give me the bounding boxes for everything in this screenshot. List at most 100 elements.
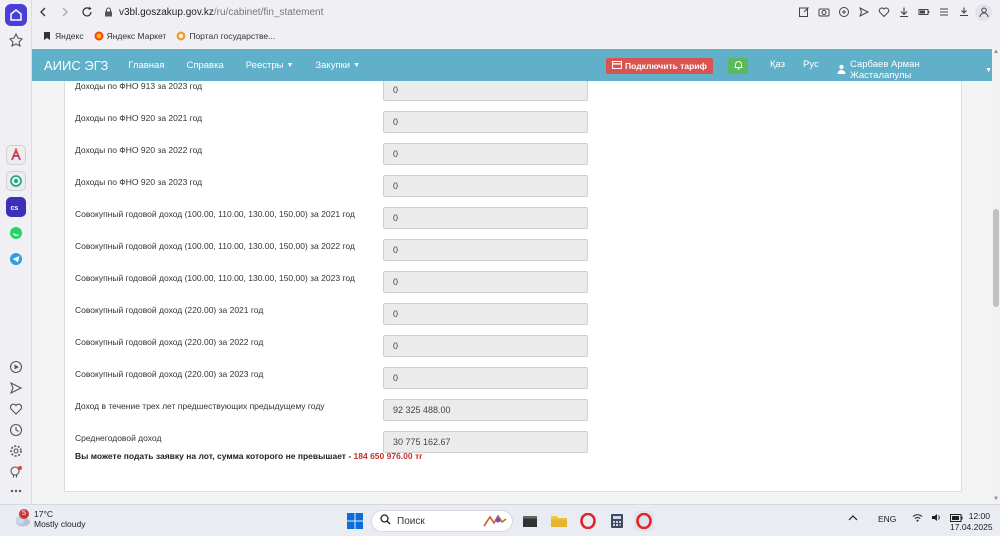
taskbar-app-file-explorer[interactable] <box>549 511 569 531</box>
user-icon <box>837 64 846 77</box>
vpn-icon[interactable] <box>835 4 852 21</box>
scroll-up-icon[interactable]: ▲ <box>992 49 1000 57</box>
language-indicator[interactable]: ENG <box>878 514 896 524</box>
address-bar[interactable]: v3bl.goszakup.gov.kz/ru/cabinet/fin_stat… <box>104 7 323 18</box>
field-input[interactable]: 0 <box>383 335 588 357</box>
caret-down-icon: ▼ <box>353 61 360 69</box>
secure-lock-icon <box>104 7 113 17</box>
download-icon[interactable] <box>895 4 912 21</box>
browser-sidebar: cs <box>0 0 32 504</box>
volume-icon[interactable] <box>931 513 942 524</box>
pinboard-icon[interactable] <box>6 30 26 50</box>
whatsapp-icon[interactable] <box>6 223 26 243</box>
lot-limit-amount: 184 650 976.00 тг <box>353 451 423 461</box>
taskbar-search[interactable]: Поиск <box>371 510 513 532</box>
aria-app-icon[interactable] <box>6 145 26 165</box>
field-input[interactable]: 0 <box>383 207 588 229</box>
cloud-icon: 5 <box>12 509 30 528</box>
field-input[interactable]: 92 325 488.00 <box>383 399 588 421</box>
nav-registries[interactable]: Реестры ▼ <box>246 60 294 71</box>
scrollbar-thumb[interactable] <box>993 209 999 307</box>
field-input[interactable]: 0 <box>383 81 588 101</box>
taskbar-clock[interactable]: 12:00 17.04.2025 <box>950 511 993 533</box>
field-input[interactable]: 0 <box>383 175 588 197</box>
search-icon <box>380 514 391 528</box>
history-icon[interactable] <box>6 420 26 440</box>
download-tray-icon[interactable] <box>955 4 972 21</box>
weather-badge: 5 <box>19 509 29 519</box>
chatgpt-icon[interactable] <box>6 171 26 191</box>
form-row: Доходы по ФНО 920 за 2021 год 0 <box>75 111 955 133</box>
bell-icon <box>734 57 743 75</box>
site-brand[interactable]: АИИС ЭГЗ <box>44 58 108 73</box>
tips-bulb-icon[interactable] <box>6 462 26 482</box>
gov-portal-icon <box>176 31 186 41</box>
back-icon[interactable] <box>32 1 54 23</box>
player-icon[interactable] <box>6 357 26 377</box>
page-scrollbar[interactable]: ▲ ▼ <box>992 49 1000 504</box>
field-label: Совокупный годовой доход (100.00, 110.00… <box>75 209 355 219</box>
telegram-icon[interactable] <box>6 249 26 269</box>
send-icon[interactable] <box>6 378 26 398</box>
connect-tariff-label: Подключить тариф <box>625 61 707 71</box>
svg-text:cs: cs <box>11 205 19 212</box>
scroll-down-icon[interactable]: ▼ <box>992 496 1000 504</box>
lang-kz-link[interactable]: Қаз <box>770 59 785 70</box>
notifications-button[interactable] <box>728 58 748 74</box>
field-input[interactable]: 0 <box>383 111 588 133</box>
user-menu[interactable]: Сарбаев Арман Жасталапулы ▼ <box>837 59 992 81</box>
form-row: Доходы по ФНО 920 за 2023 год 0 <box>75 175 955 197</box>
favorite-heart-icon[interactable] <box>875 4 892 21</box>
form-row: Доход в течение трех лет предшествующих … <box>75 399 955 421</box>
lang-ru-link[interactable]: Рус <box>803 59 819 70</box>
settings-gear-icon[interactable] <box>6 441 26 461</box>
more-dots-icon[interactable] <box>6 481 26 501</box>
heart-icon[interactable] <box>6 399 26 419</box>
battery-saver-icon[interactable] <box>915 4 932 21</box>
bookmark-folder-icon <box>42 31 52 41</box>
nav-home[interactable]: Главная <box>128 60 164 71</box>
lot-limit-message: Вы можете подать заявку на лот, сумма ко… <box>75 451 423 461</box>
nav-help[interactable]: Справка <box>186 60 223 71</box>
connect-tariff-button[interactable]: Подключить тариф <box>606 58 713 74</box>
field-input[interactable]: 0 <box>383 239 588 261</box>
field-label: Среднегодовой доход <box>75 433 162 443</box>
taskbar-app-calculator[interactable] <box>607 511 627 531</box>
form-row: Совокупный годовой доход (100.00, 110.00… <box>75 207 955 229</box>
weather-widget[interactable]: 5 17°C Mostly cloudy <box>12 509 86 529</box>
cs-app-icon[interactable]: cs <box>6 197 26 217</box>
form-row: Среднегодовой доход 30 775 162.67 <box>75 431 955 453</box>
bookmark-label: Яндекс Маркет <box>106 31 167 41</box>
bookmarks-bar: Яндекс Яндекс Маркет Портал государстве.… <box>32 24 1000 48</box>
bookmark-yandex[interactable]: Яндекс <box>42 31 84 41</box>
chevron-up-icon[interactable] <box>848 514 858 524</box>
send-arrow-icon[interactable] <box>855 4 872 21</box>
field-input[interactable]: 0 <box>383 303 588 325</box>
bookmark-label: Портал государстве... <box>189 31 276 41</box>
profile-icon[interactable] <box>975 3 992 21</box>
edit-icon[interactable] <box>795 4 812 21</box>
field-label: Совокупный годовой доход (220.00) за 202… <box>75 369 264 379</box>
bookmark-yandex-market[interactable]: Яндекс Маркет <box>94 31 167 41</box>
forward-icon[interactable] <box>54 1 76 23</box>
opera-home-icon[interactable] <box>5 4 27 26</box>
search-highlight-icon <box>482 514 508 528</box>
nav-purchases[interactable]: Закупки ▼ <box>315 60 360 71</box>
camera-icon[interactable] <box>815 4 832 21</box>
field-input[interactable]: 0 <box>383 143 588 165</box>
windows-start-icon[interactable] <box>347 513 363 529</box>
reload-icon[interactable] <box>76 1 98 23</box>
bookmark-gov-portal[interactable]: Портал государстве... <box>176 31 275 41</box>
system-tray: ENG <box>848 513 963 524</box>
taskbar-app-terminal[interactable] <box>520 511 540 531</box>
taskbar-app-opera[interactable] <box>578 511 598 531</box>
form-row: Совокупный годовой доход (220.00) за 202… <box>75 335 955 357</box>
browser-toolbar: v3bl.goszakup.gov.kz/ru/cabinet/fin_stat… <box>32 0 1000 24</box>
taskbar-app-opera-active[interactable] <box>634 511 654 531</box>
wifi-icon[interactable] <box>912 513 923 524</box>
field-input[interactable]: 30 775 162.67 <box>383 431 588 453</box>
field-input[interactable]: 0 <box>383 367 588 389</box>
weather-desc: Mostly cloudy <box>34 519 86 529</box>
field-input[interactable]: 0 <box>383 271 588 293</box>
menu-icon[interactable] <box>935 4 952 21</box>
